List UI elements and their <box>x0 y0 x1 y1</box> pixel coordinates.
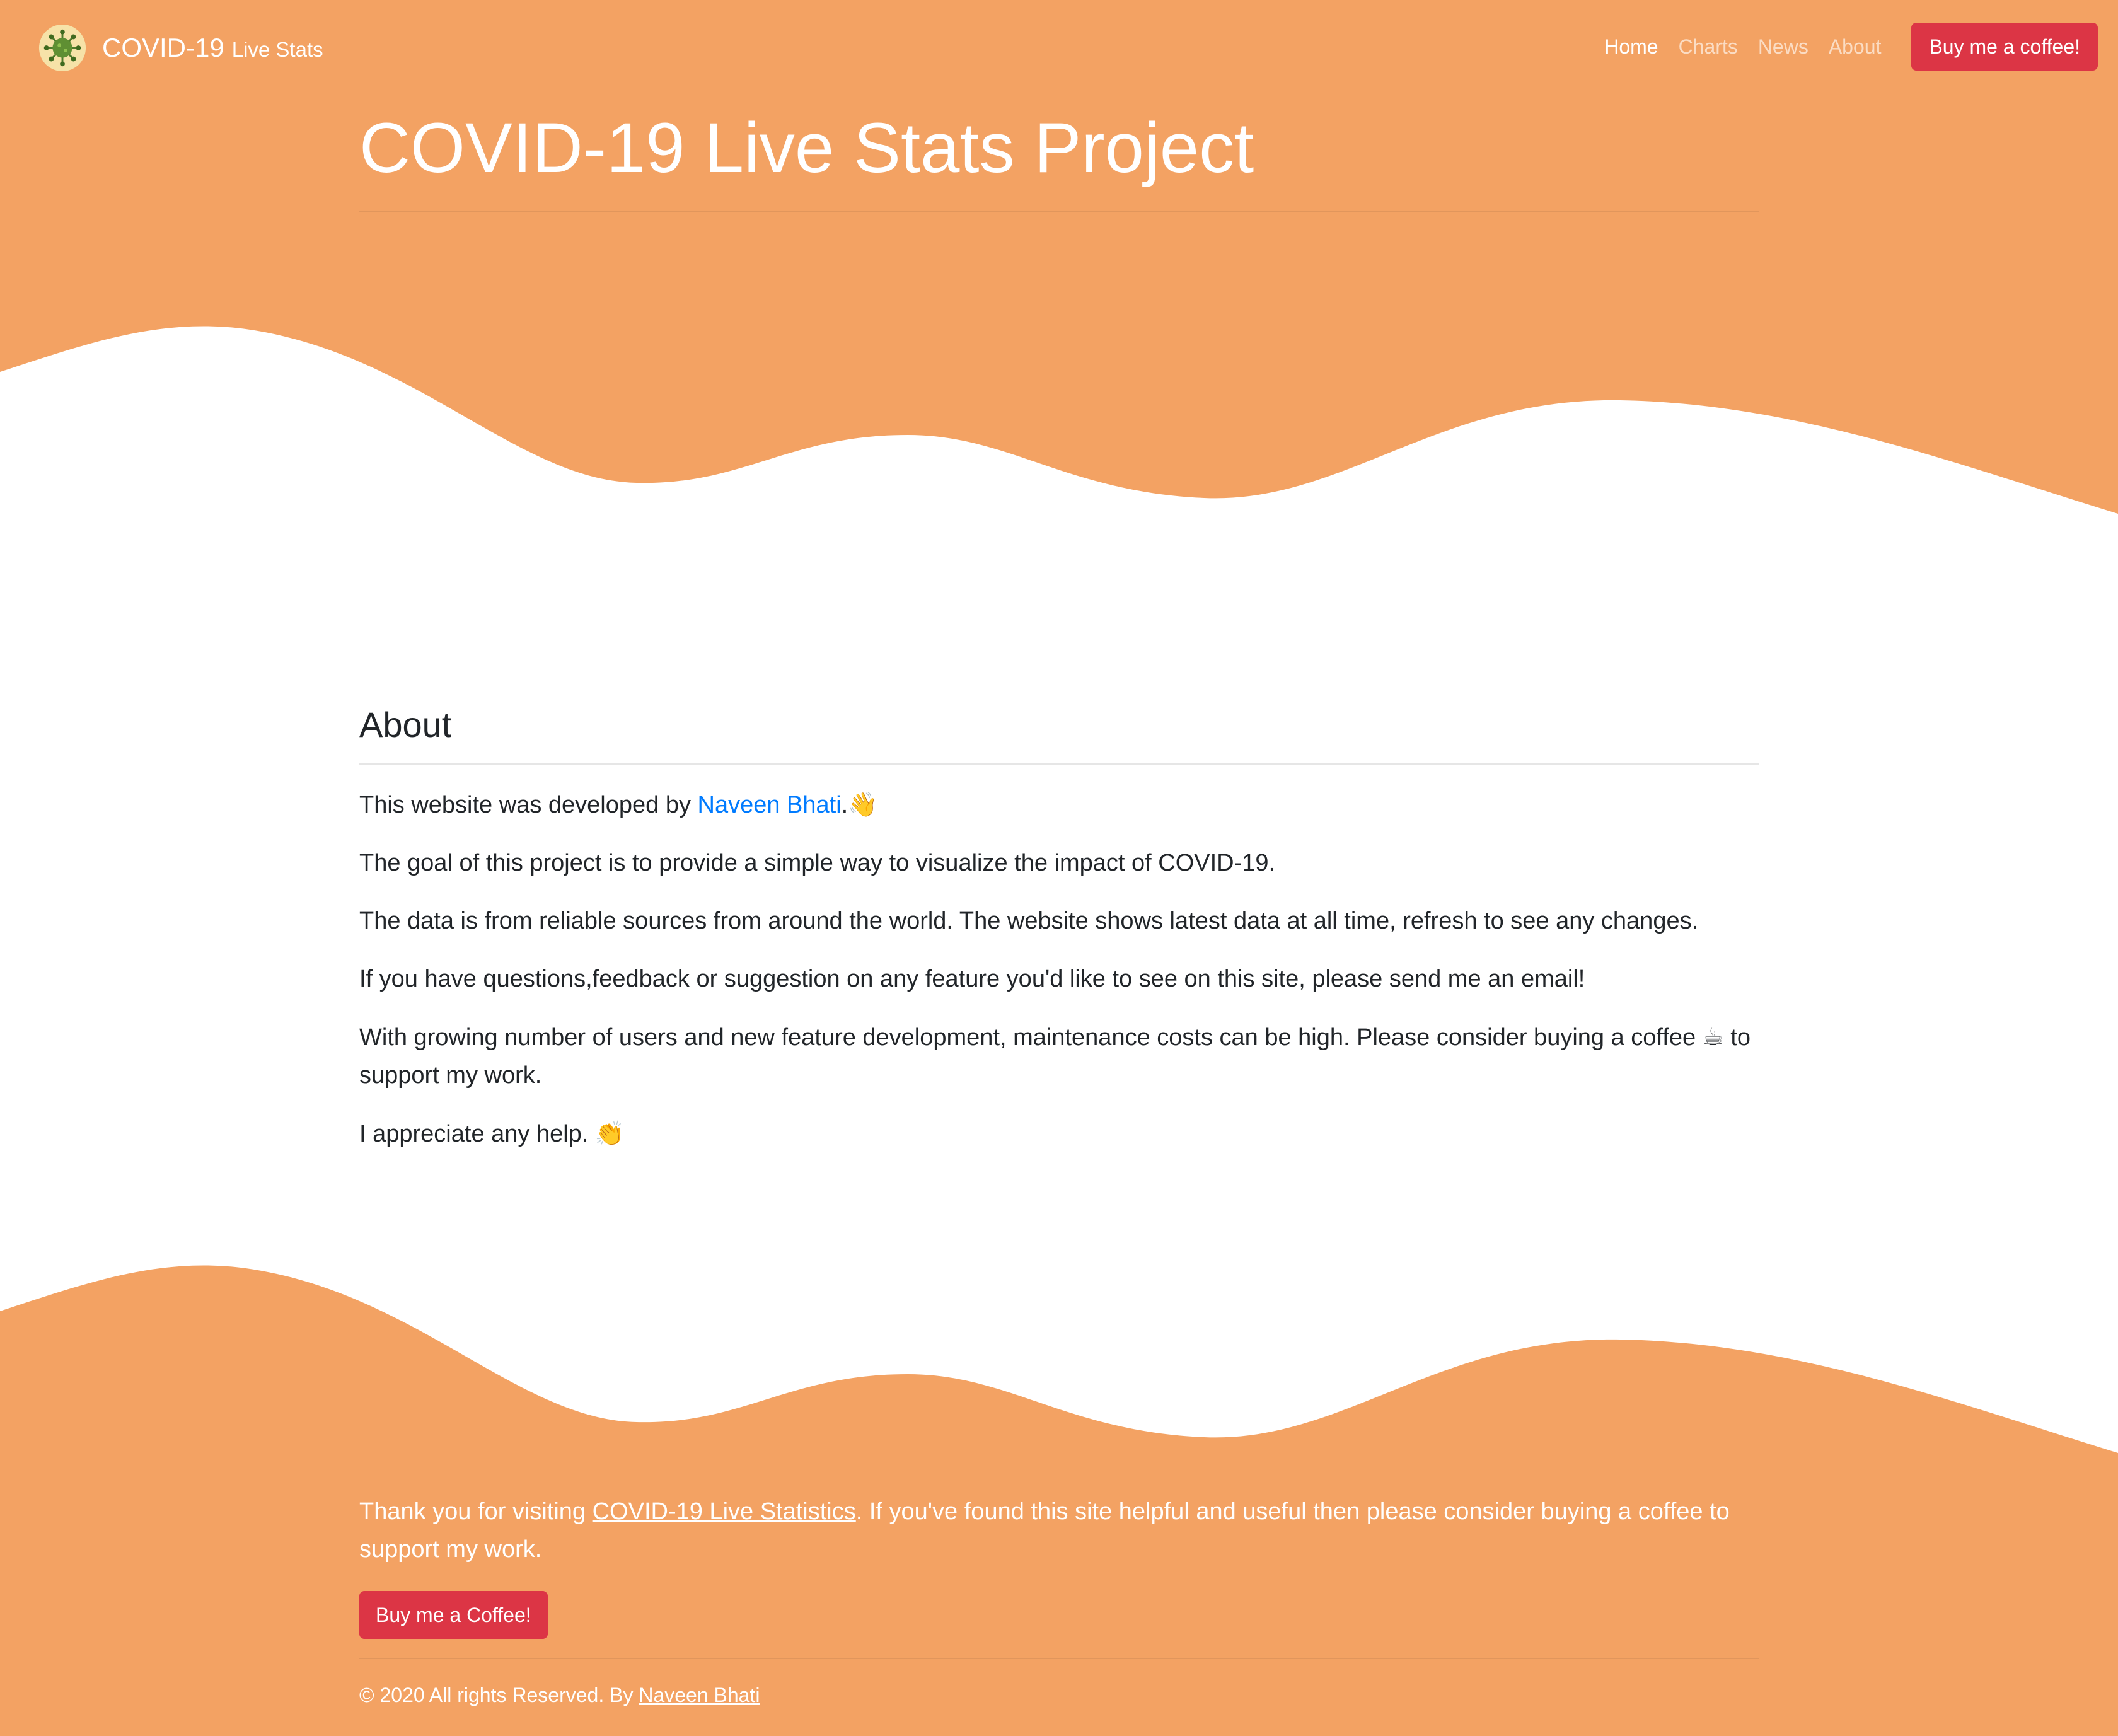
developer-link[interactable]: Naveen Bhati <box>698 792 842 818</box>
virus-icon <box>38 24 86 72</box>
nav-link-home[interactable]: Home <box>1604 35 1658 59</box>
brand-subtitle: Live Stats <box>231 38 323 61</box>
clapping-hands-icon: 👏 <box>594 1120 625 1147</box>
waving-hand-icon: 👋 <box>848 790 878 818</box>
brand-name: COVID-19 <box>102 33 224 62</box>
buy-coffee-nav-button[interactable]: Buy me a coffee! <box>1911 23 2098 71</box>
brand-link[interactable]: COVID-19 Live Stats <box>38 23 323 73</box>
page-title: COVID-19 Live Stats Project <box>359 108 1254 187</box>
footer-thanks-prefix: Thank you for visiting <box>359 1498 593 1525</box>
about-support-text: With growing number of users and new fea… <box>359 1024 1703 1051</box>
copyright-text: © 2020 All rights Reserved. By <box>359 1684 639 1706</box>
buy-coffee-footer-button[interactable]: Buy me a Coffee! <box>359 1591 548 1639</box>
about-paragraph-thanks: I appreciate any help. 👏 <box>359 1114 1759 1153</box>
navbar: COVID-19 Live Stats Home Charts News Abo… <box>0 0 2118 95</box>
about-divider <box>359 763 1759 765</box>
nav-links: Home Charts News About Buy me a coffee! <box>1584 23 2118 71</box>
about-developer-suffix: . <box>841 792 848 818</box>
about-paragraph-developer: This website was developed by Naveen Bha… <box>359 785 1759 824</box>
about-paragraph-data: The data is from reliable sources from a… <box>359 908 1699 934</box>
hero-divider <box>359 211 1759 212</box>
about-developer-text: This website was developed by <box>359 792 698 818</box>
footer-thanks-text: Thank you for visiting COVID-19 Live Sta… <box>359 1493 1759 1568</box>
copyright-author-link[interactable]: Naveen Bhati <box>639 1684 760 1706</box>
about-paragraph-goal: The goal of this project is to provide a… <box>359 850 1276 876</box>
footer-site-link[interactable]: COVID-19 Live Statistics <box>593 1498 856 1525</box>
nav-link-about[interactable]: About <box>1829 35 1882 59</box>
copyright: © 2020 All rights Reserved. By Naveen Bh… <box>359 1679 760 1711</box>
nav-link-charts[interactable]: Charts <box>1679 35 1738 59</box>
about-content: This website was developed by Naveen Bha… <box>359 785 1759 1173</box>
footer-background-wave <box>0 1265 2118 1736</box>
coffee-cup-icon: ☕ <box>1702 1023 1724 1051</box>
about-paragraph-feedback: If you have questions,feedback or sugges… <box>359 966 1585 992</box>
nav-link-news[interactable]: News <box>1758 35 1808 59</box>
about-thanks-text: I appreciate any help. <box>359 1121 595 1147</box>
footer-divider <box>359 1658 1759 1659</box>
about-heading: About <box>359 705 452 744</box>
about-paragraph-support: With growing number of users and new fea… <box>359 1018 1759 1094</box>
